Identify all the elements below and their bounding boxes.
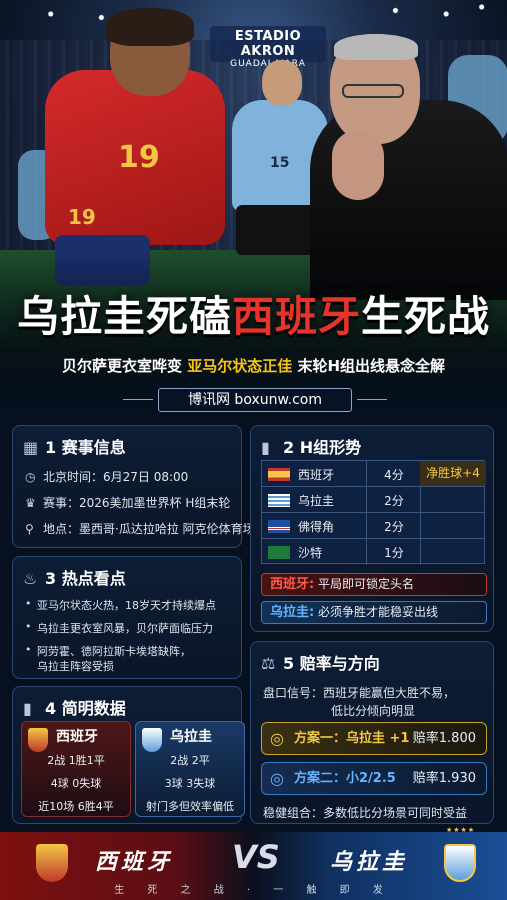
trophy-icon: ♛ <box>25 496 36 510</box>
brand-link[interactable]: 博讯网 boxunw.com <box>123 388 387 412</box>
banner-spain: 西班牙 <box>95 850 174 875</box>
panel-title: 5 赔率与方向 <box>283 654 380 673</box>
spain-crest-icon <box>28 728 48 752</box>
hot-topics-panel: ♨ 3 热点看点 亚马尔状态火热，18岁天才持续爆点 乌拉圭更衣室风暴，贝尔萨面临… <box>12 556 242 679</box>
headline-part1: 乌拉圭死磕 <box>16 292 232 341</box>
odds-signal-line1: 盘口信号：西班牙能赢但大胜不易， <box>263 686 456 700</box>
team-points: 1分 <box>384 546 404 560</box>
uruguay-scenario-text: 必须争胜才能稳妥出线 <box>318 605 439 619</box>
location-pin-icon: ⚲ <box>25 522 34 536</box>
odds-panel: ⚖ 5 赔率与方向 盘口信号：西班牙能赢但大胜不易， 低比分倾向明显 ◎ 方案一：… <box>250 641 494 824</box>
panel-title: 1 赛事信息 <box>45 438 126 457</box>
stadium-name: ESTADIO AKRON <box>234 29 302 59</box>
team-points: 2分 <box>384 520 404 534</box>
uruguay-stats-card: 乌拉圭 2战 2平 3球 3失球 射门多但效率偏低 <box>135 721 245 817</box>
headline: 乌拉圭死磕西班牙生死战 <box>0 283 507 344</box>
uruguay-scenario-team: 乌拉圭: <box>270 605 315 620</box>
spain-flag-icon <box>268 468 290 481</box>
banner-uruguay: 乌拉圭 <box>330 850 409 875</box>
plan-odds: 赔率1.800 <box>412 731 476 746</box>
team-name: 西班牙 <box>56 729 98 745</box>
subheadline-part2: 亚马尔状态正佳 <box>187 357 293 375</box>
uruguay-flag-icon <box>268 494 290 507</box>
spain-scenario-team: 西班牙: <box>270 577 315 592</box>
plan-label: 方案二：小2/2.5 <box>294 771 396 786</box>
headline-part2: 西班牙 <box>231 292 361 341</box>
team-name: 沙特 <box>298 546 323 560</box>
list-item: 阿劳霍、德阿拉斯卡埃塔缺阵， <box>25 643 191 659</box>
spain-player-shorts-number: 19 <box>68 205 96 229</box>
stat-recent: 近10场 6胜4平 <box>38 800 114 813</box>
flame-icon: ♨ <box>23 569 38 588</box>
team-points: 2分 <box>384 494 404 508</box>
stadium-sign: ESTADIO AKRON GUADALAJARA <box>210 26 326 69</box>
spain-player-number: 19 <box>118 140 160 175</box>
table-row: 沙特 1分 <box>262 539 484 565</box>
stars-icon: ★★★★ <box>446 826 476 834</box>
headline-part3: 生死战 <box>361 292 491 341</box>
stat-record: 2战 2平 <box>170 754 210 767</box>
odds-combo: 稳健组合：多数低比分场景可同时受益 <box>263 806 468 820</box>
team-name: 乌拉圭 <box>298 494 335 508</box>
plan-one[interactable]: ◎ 方案一：乌拉圭 +1 赔率1.800 <box>261 722 487 755</box>
team-name: 佛得角 <box>298 520 335 534</box>
plan-two[interactable]: ◎ 方案二：小2/2.5 赔率1.930 <box>261 762 487 795</box>
group-standings-table: 西班牙 4分 净胜球+4 乌拉圭 2分 佛得角 2分 沙特 1分 <box>261 460 486 565</box>
stat-goals: 4球 0失球 <box>50 777 102 790</box>
list-item: 亚马尔状态火热，18岁天才持续爆点 <box>25 597 216 613</box>
subheadline-part3: 末轮H组出线悬念全解 <box>297 357 446 375</box>
target-icon: ◎ <box>270 769 284 788</box>
panel-title: 3 热点看点 <box>45 569 126 588</box>
cape-verde-flag-icon <box>268 520 290 533</box>
subheadline: 贝尔萨更衣室哗变 亚马尔状态正佳 末轮H组出线悬念全解 <box>0 355 507 376</box>
odds-signal-line2: 低比分倾向明显 <box>331 704 416 718</box>
stat-goals: 3球 3失球 <box>164 777 216 790</box>
list-item: 乌拉圭更衣室风暴，贝尔萨面临压力 <box>25 620 213 636</box>
list-item-continued: 乌拉圭阵容受损 <box>37 660 114 673</box>
banner-vs: VS <box>232 838 280 876</box>
panel-title: 2 H组形势 <box>283 438 362 457</box>
stats-panel: ▮ 4 简明数据 西班牙 2战 1胜1平 4球 0失球 近10场 6胜4平 乌拉圭… <box>12 686 245 824</box>
plan-odds: 赔率1.930 <box>412 771 476 786</box>
banner-slogan: 生 死 之 战 · 一 触 即 发 <box>114 885 393 896</box>
team-name: 乌拉圭 <box>170 729 212 745</box>
spain-stats-card: 西班牙 2战 1胜1平 4球 0失球 近10场 6胜4平 <box>21 721 131 817</box>
uruguay-crest-icon <box>444 844 476 882</box>
target-icon: ◎ <box>270 729 284 748</box>
uruguay-scenario-tag: 乌拉圭: 必须争胜才能稳妥出线 <box>261 601 487 624</box>
plan-label: 方案一：乌拉圭 +1 <box>294 731 410 746</box>
match-info-panel: ▦ 1 赛事信息 ◷ 北京时间：6月27日 08:00 ♛ 赛事：2026美加墨世界杯… <box>12 425 255 548</box>
team-name: 西班牙 <box>298 468 335 482</box>
panel-title: 4 简明数据 <box>45 699 126 718</box>
uruguay-crest-icon <box>142 728 162 752</box>
team-note: 净胜球+4 <box>420 461 486 486</box>
stat-record: 2战 1胜1平 <box>47 754 105 767</box>
match-time: 北京时间：6月27日 08:00 <box>43 470 189 484</box>
spain-crest-icon <box>36 844 68 882</box>
saudi-flag-icon <box>268 546 290 559</box>
spain-scenario-tag: 西班牙: 平局即可锁定头名 <box>261 573 487 596</box>
uruguay-player-number: 15 <box>270 155 290 171</box>
spain-scenario-text: 平局即可锁定头名 <box>318 577 415 591</box>
scales-icon: ⚖ <box>261 654 276 673</box>
group-panel: ▮ 2 H组形势 西班牙 4分 净胜球+4 乌拉圭 2分 佛得角 2分 沙特 1分… <box>250 425 494 632</box>
versus-banner: 西班牙 VS 乌拉圭 ★★★★ 生 死 之 战 · 一 触 即 发 <box>0 826 507 900</box>
subheadline-part1: 贝尔萨更衣室哗变 <box>61 357 182 375</box>
bar-chart-icon: ▮ <box>261 438 270 457</box>
stat-recent: 射门多但效率偏低 <box>146 800 234 813</box>
table-row: 西班牙 4分 净胜球+4 <box>262 461 486 487</box>
match-event: 赛事：2026美加墨世界杯 H组末轮 <box>43 496 231 510</box>
bar-chart-icon: ▮ <box>23 699 32 718</box>
team-points: 4分 <box>384 468 404 482</box>
table-row: 乌拉圭 2分 <box>262 487 484 513</box>
clock-icon: ◷ <box>25 470 36 484</box>
calendar-icon: ▦ <box>23 438 39 457</box>
table-row: 佛得角 2分 <box>262 513 484 539</box>
match-venue: 地点：墨西哥·瓜达拉哈拉 阿克伦体育场 <box>43 522 255 536</box>
